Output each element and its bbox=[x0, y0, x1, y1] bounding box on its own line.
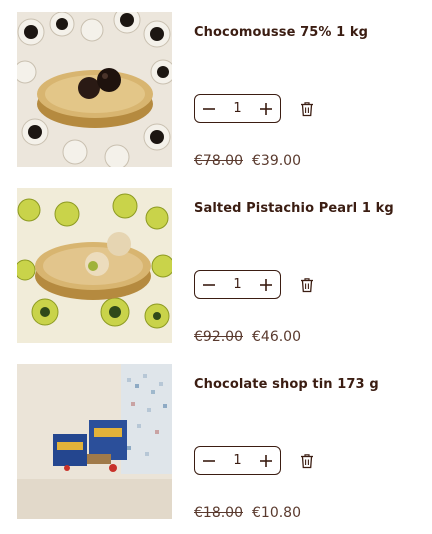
price-row: €18.00 €10.80 bbox=[194, 505, 301, 521]
cart-item: Chocomousse 75% 1 kg 1 €78.00 €39.00 bbox=[0, 12, 432, 182]
cart-list: Chocomousse 75% 1 kg 1 €78.00 €39.00 Sal… bbox=[0, 0, 432, 525]
minus-icon[interactable] bbox=[200, 452, 218, 470]
minus-icon[interactable] bbox=[200, 276, 218, 294]
sale-price: €39.00 bbox=[252, 153, 301, 169]
pistachio-pralines-image bbox=[17, 188, 172, 343]
trash-icon[interactable] bbox=[300, 277, 314, 293]
product-title[interactable]: Salted Pistachio Pearl 1 kg bbox=[194, 201, 394, 216]
product-title[interactable]: Chocolate shop tin 173 g bbox=[194, 377, 379, 392]
product-info: Salted Pistachio Pearl 1 kg 1 €92.00 €46… bbox=[194, 188, 420, 358]
plus-icon[interactable] bbox=[257, 100, 275, 118]
quantity-stepper[interactable]: 1 bbox=[194, 446, 281, 475]
product-image[interactable] bbox=[17, 12, 172, 167]
sale-price: €46.00 bbox=[252, 329, 301, 345]
quantity-value: 1 bbox=[233, 277, 242, 292]
product-image[interactable] bbox=[17, 188, 172, 343]
quantity-value: 1 bbox=[233, 101, 242, 116]
original-price: €18.00 bbox=[194, 505, 243, 521]
chocolate-truffles-image bbox=[17, 12, 172, 167]
sale-price: €10.80 bbox=[252, 505, 301, 521]
minus-icon[interactable] bbox=[200, 100, 218, 118]
product-title[interactable]: Chocomousse 75% 1 kg bbox=[194, 25, 368, 40]
plus-icon[interactable] bbox=[257, 452, 275, 470]
cart-item: Salted Pistachio Pearl 1 kg 1 €92.00 €46… bbox=[0, 188, 432, 358]
original-price: €92.00 bbox=[194, 329, 243, 345]
quantity-stepper[interactable]: 1 bbox=[194, 270, 281, 299]
cart-item: Chocolate shop tin 173 g 1 €18.00 €10.80 bbox=[0, 364, 432, 534]
plus-icon[interactable] bbox=[257, 276, 275, 294]
product-info: Chocomousse 75% 1 kg 1 €78.00 €39.00 bbox=[194, 12, 420, 182]
price-row: €78.00 €39.00 bbox=[194, 153, 301, 169]
quantity-value: 1 bbox=[233, 453, 242, 468]
trash-icon[interactable] bbox=[300, 101, 314, 117]
product-info: Chocolate shop tin 173 g 1 €18.00 €10.80 bbox=[194, 364, 420, 534]
trash-icon[interactable] bbox=[300, 453, 314, 469]
quantity-stepper[interactable]: 1 bbox=[194, 94, 281, 123]
product-image[interactable] bbox=[17, 364, 172, 519]
original-price: €78.00 bbox=[194, 153, 243, 169]
price-row: €92.00 €46.00 bbox=[194, 329, 301, 345]
chocolate-shop-tin-image bbox=[17, 364, 172, 519]
